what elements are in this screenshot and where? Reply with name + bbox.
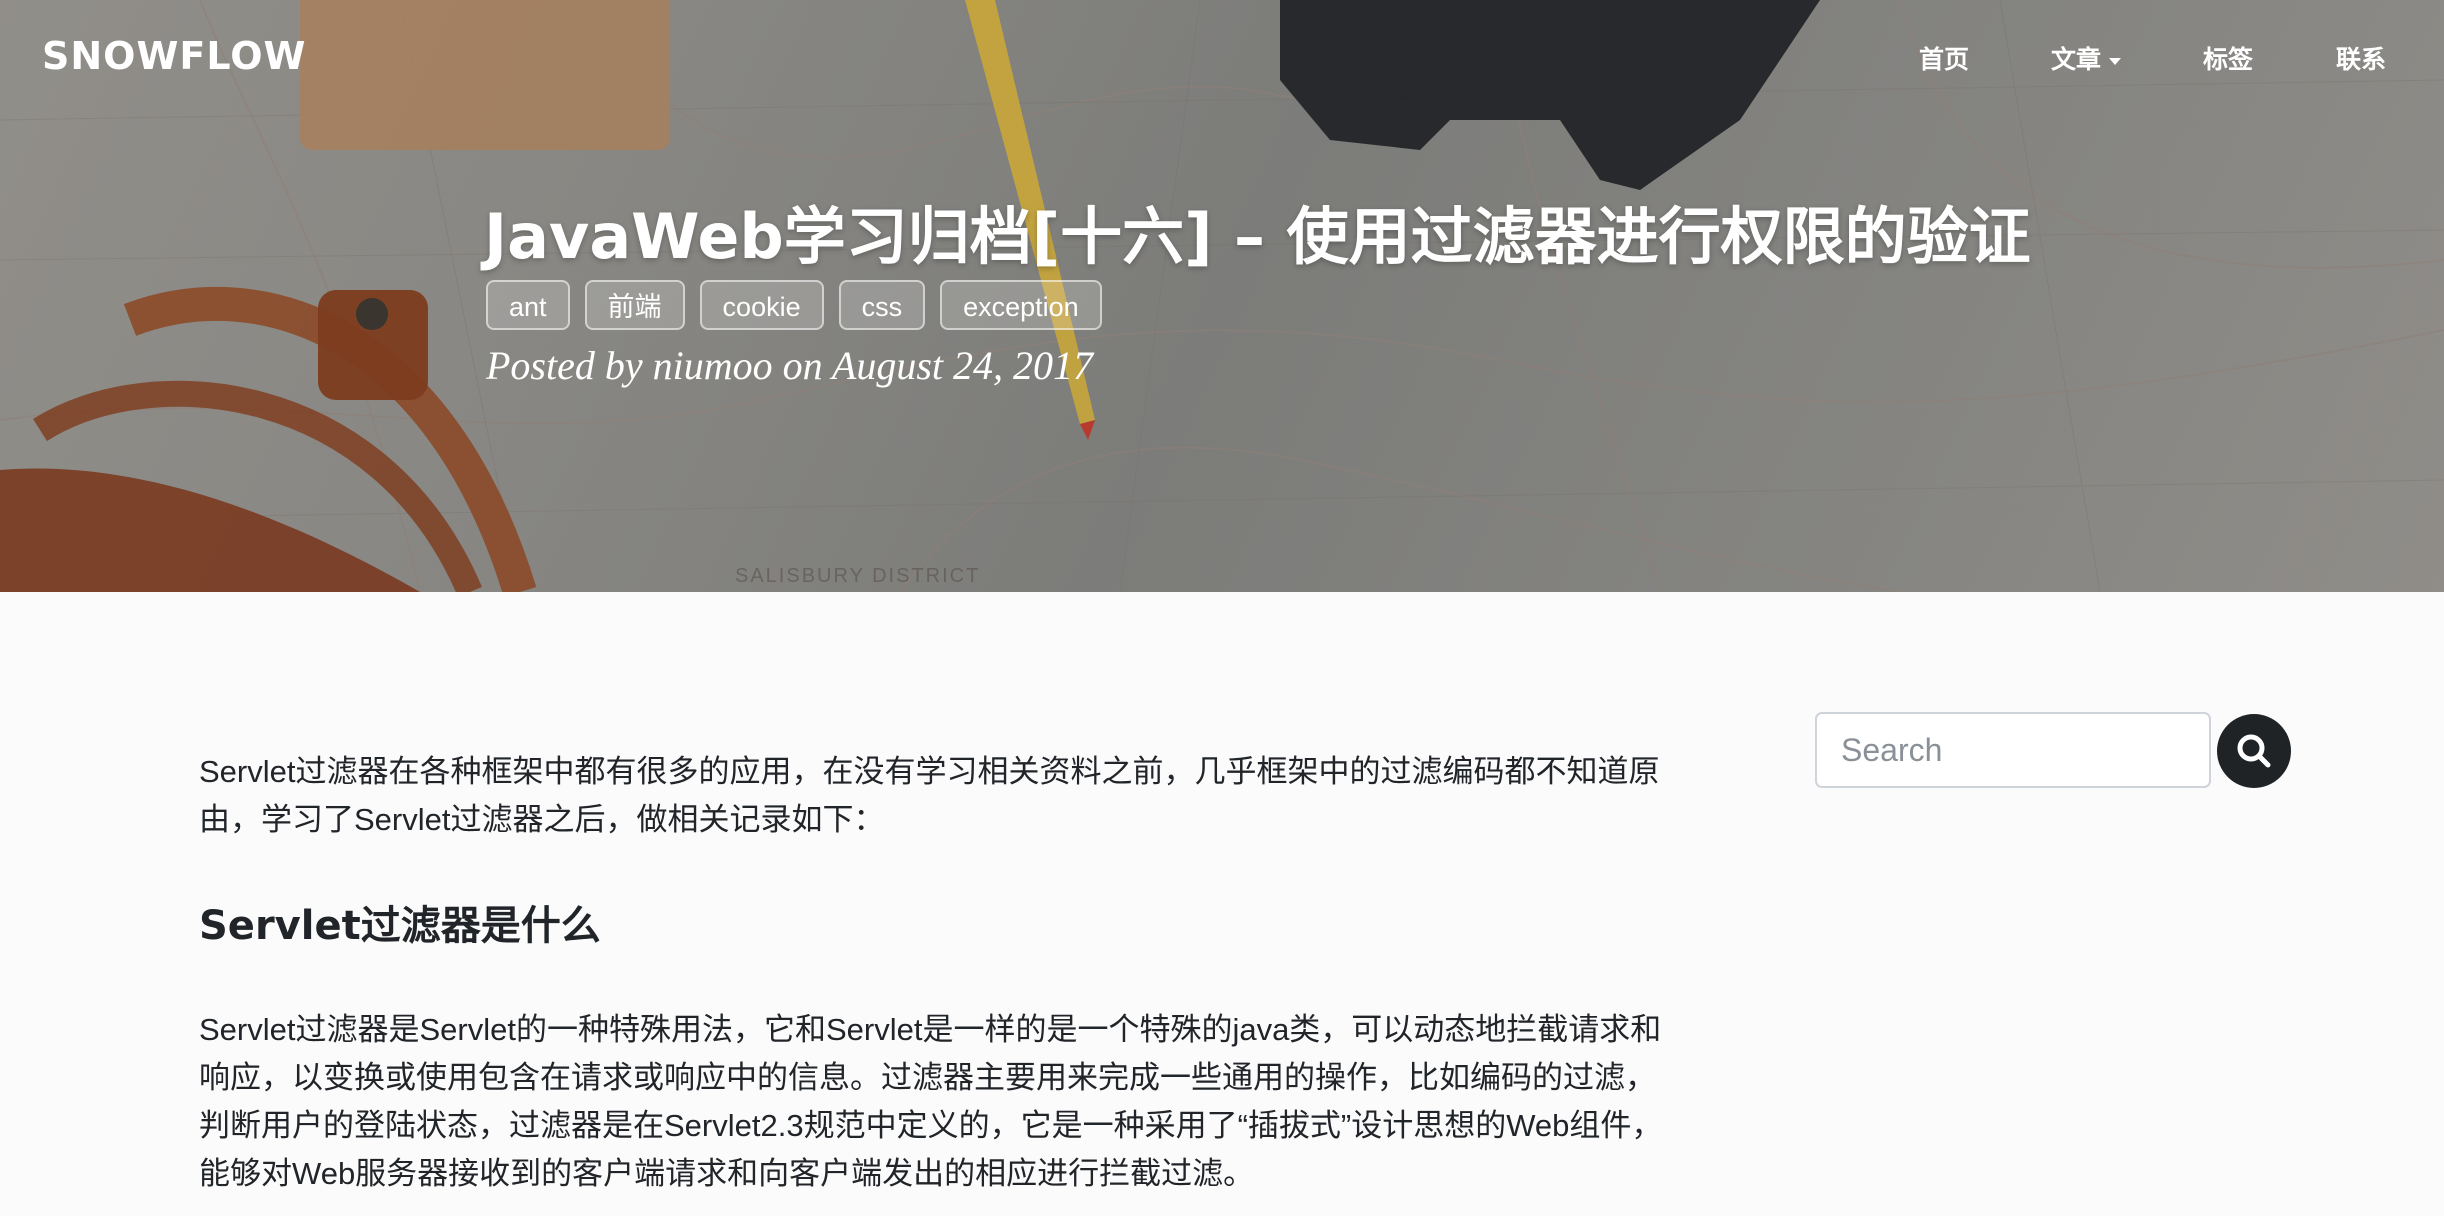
nav-item-articles-label: 文章	[2051, 45, 2102, 74]
article-heading: Servlet过滤器是什么	[199, 903, 601, 949]
tag-cookie[interactable]: cookie	[699, 280, 824, 330]
article-paragraph: Servlet过滤器是Servlet的一种特殊用法，它和Servlet是一样的是…	[199, 1012, 1663, 1191]
map-label: SALISBURY DISTRICT	[735, 565, 981, 587]
nav-item-articles-dropdown[interactable]: 文章	[2051, 40, 2122, 76]
search-input[interactable]	[1815, 712, 2211, 788]
nav-item-contact[interactable]: 联系	[2336, 40, 2386, 76]
tag-exception[interactable]: exception	[940, 280, 1102, 330]
post-title: JavaWeb学习归档[十六] – 使用过滤器进行权限的验证	[484, 200, 2031, 273]
search-icon	[2237, 734, 2271, 768]
article-content: Servlet过滤器在各种框架中都有很多的应用，在没有学习相关资料之前，几乎框架…	[199, 748, 1669, 1198]
hero-header: SALISBURY DISTRICT SNOWFLOW 首页 文章 标签 联系 …	[0, 0, 2444, 592]
tag-frontend[interactable]: 前端	[584, 280, 685, 330]
tag-css[interactable]: css	[838, 280, 926, 330]
tag-ant[interactable]: ant	[486, 280, 570, 330]
brand-logo[interactable]: SNOWFLOW	[42, 34, 306, 78]
post-meta: Posted by niumoo on August 24, 2017	[486, 343, 1094, 388]
navbar: SNOWFLOW 首页 文章 标签 联系	[0, 0, 2444, 116]
nav-item-home[interactable]: 首页	[1919, 40, 1969, 76]
caret-down-icon	[2109, 57, 2122, 65]
tag-list: ant 前端 cookie css exception	[486, 280, 1102, 330]
article-intro: Servlet过滤器在各种框架中都有很多的应用，在没有学习相关资料之前，几乎框架…	[199, 754, 1660, 837]
search-button[interactable]	[2217, 714, 2291, 788]
nav-item-tags[interactable]: 标签	[2203, 40, 2253, 76]
